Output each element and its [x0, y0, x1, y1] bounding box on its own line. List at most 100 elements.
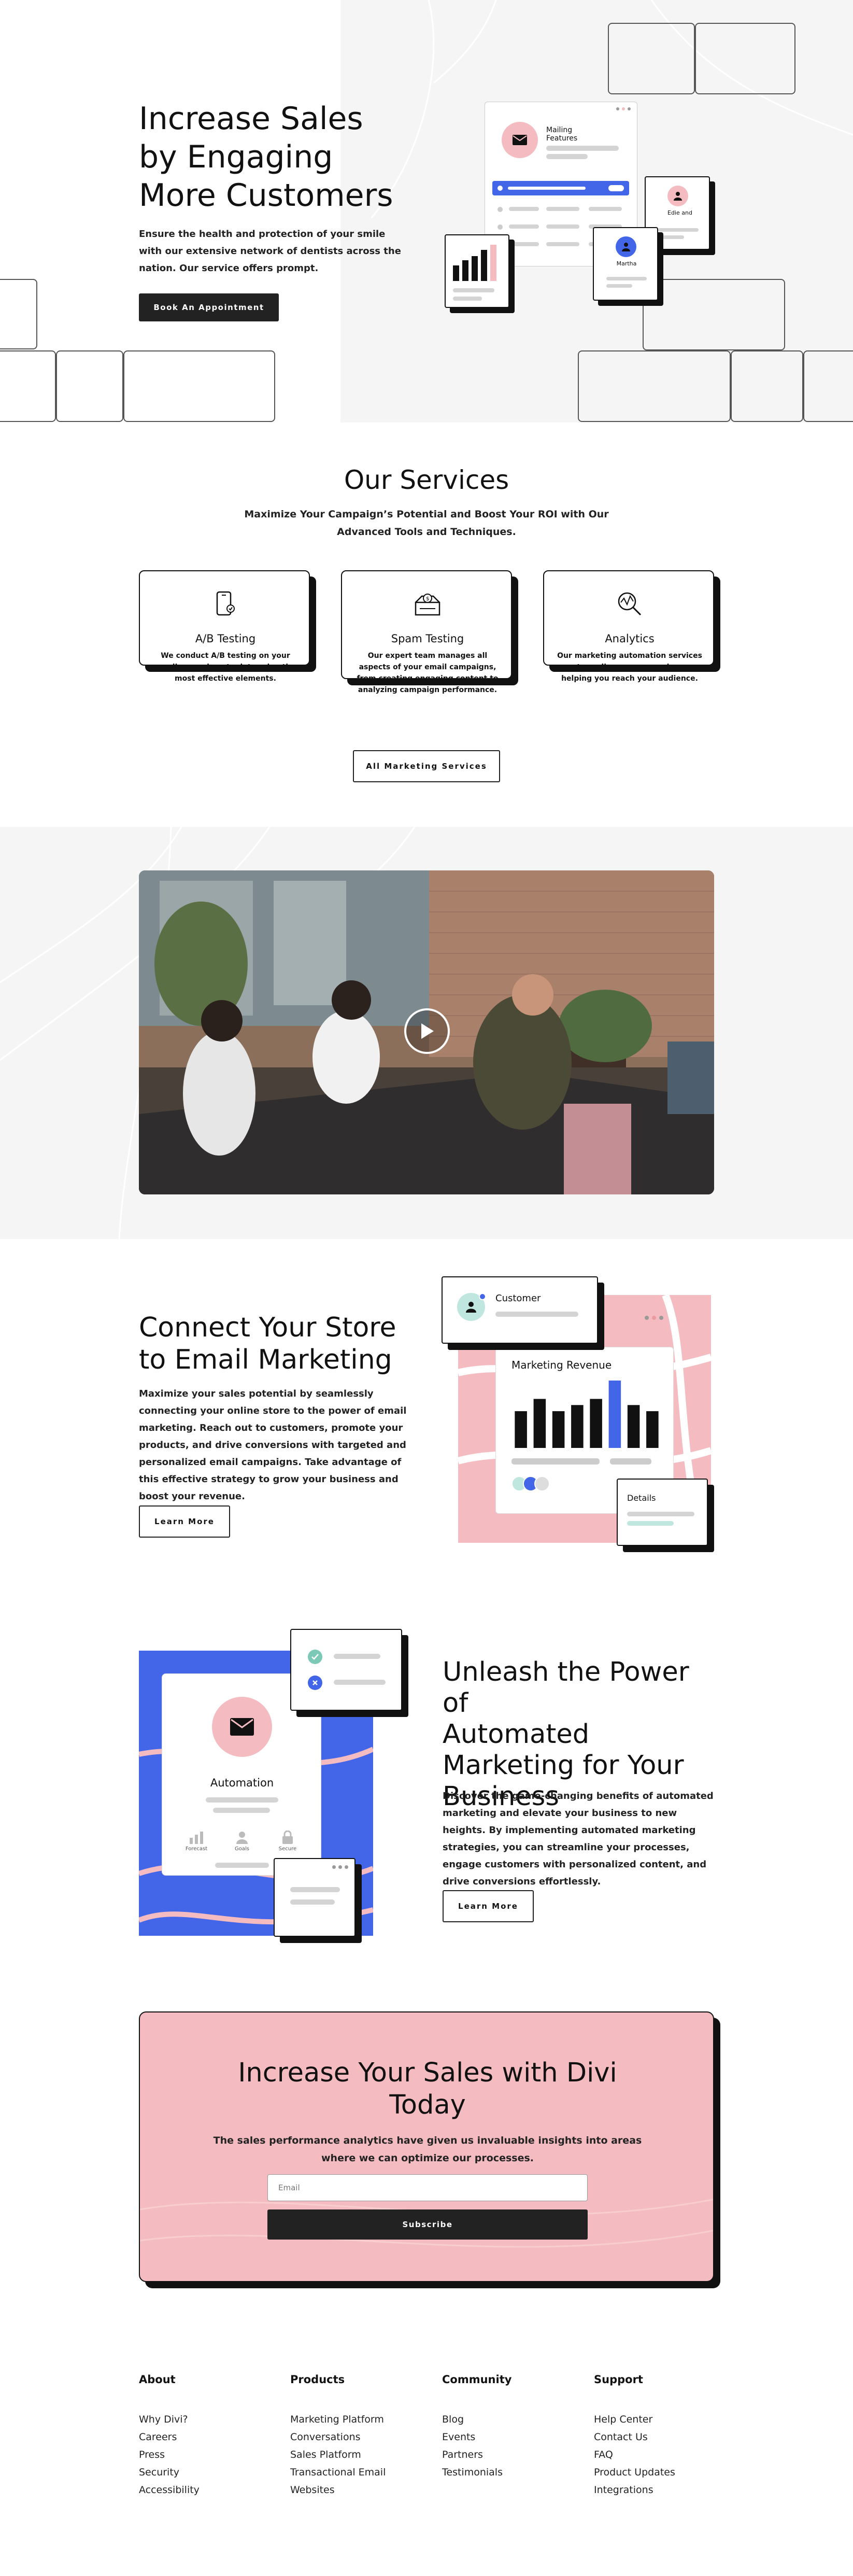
footer-link[interactable]: Partners [442, 2446, 577, 2464]
person-icon [622, 243, 630, 251]
window-dots [616, 107, 631, 110]
cta-section: Increase Your Sales with Divi Today The … [0, 1980, 853, 2359]
footer-link[interactable]: Sales Platform [290, 2446, 425, 2464]
bar-chart-icon [453, 245, 496, 281]
book-appointment-button[interactable]: Book An Appointment [139, 293, 279, 321]
check-icon [311, 1654, 319, 1660]
window-dots [645, 1316, 663, 1320]
footer-col-title: Support [594, 2373, 643, 2386]
service-card-text: Our marketing automation services stream… [557, 652, 702, 683]
revenue-label: Marketing Revenue [511, 1359, 612, 1371]
envelope-icon [230, 1718, 254, 1736]
footer-link[interactable]: Integrations [594, 2481, 729, 2499]
checklist-card [290, 1629, 402, 1711]
all-marketing-services-button[interactable]: All Marketing Services [353, 750, 500, 782]
play-icon [421, 1023, 434, 1039]
email-field[interactable] [267, 2174, 588, 2201]
stat-forecast: Forecast [181, 1831, 212, 1852]
video-section [0, 827, 853, 1239]
video-player[interactable] [139, 870, 714, 1194]
footer-col-support: Support Help Center Contact Us FAQ Produ… [594, 2373, 729, 2499]
footer-link[interactable]: Why Divi? [139, 2411, 274, 2428]
revenue-bar [515, 1411, 527, 1448]
decor-box [695, 23, 795, 94]
stat-goals: Goals [226, 1831, 258, 1852]
connect-body: Maximize your sales potential by seamles… [139, 1388, 407, 1502]
footer-link[interactable]: Careers [139, 2428, 274, 2446]
footer-col-about: About Why Divi? Careers Press Security A… [139, 2373, 274, 2499]
footer-link[interactable]: Contact Us [594, 2428, 729, 2446]
revenue-bar [627, 1405, 640, 1448]
details-label: Details [627, 1493, 656, 1503]
stat-label: Secure [278, 1846, 297, 1852]
footer-link[interactable]: Conversations [290, 2428, 425, 2446]
cta-title-line: Increase Your Sales with Divi [238, 2058, 617, 2088]
avatar [534, 1476, 550, 1491]
toggle-bar [492, 181, 629, 195]
stat-label: Goals [235, 1846, 249, 1852]
automation-title-line: Marketing for Your [443, 1750, 684, 1781]
footer-link[interactable]: Events [442, 2428, 577, 2446]
service-card-title: Spam Testing [391, 632, 464, 645]
stat-label: Forecast [185, 1846, 208, 1852]
contact-name: Martha [616, 260, 637, 267]
footer-col-products: Products Marketing Platform Conversation… [290, 2373, 425, 2499]
hero-section: Increase Sales by Engaging More Customer… [0, 0, 853, 423]
cta-pink-card: Increase Your Sales with Divi Today The … [139, 2011, 714, 2282]
automation-title-line: Unleash the Power of [443, 1657, 689, 1719]
phone-icon [216, 591, 235, 616]
cta-title: Increase Your Sales with Divi Today [140, 2057, 713, 2121]
footer-link[interactable]: Help Center [594, 2411, 729, 2428]
decor-box [0, 279, 37, 349]
revenue-bar [590, 1399, 602, 1448]
connect-learn-more-button[interactable]: Learn More [139, 1505, 230, 1538]
decor-box [123, 350, 275, 422]
hero-body: Ensure the health and protection of your… [139, 229, 401, 274]
revenue-bar [571, 1405, 584, 1448]
automation-title-line: Automated [443, 1719, 590, 1750]
service-card-text: We conduct A/B testing on your email cam… [155, 652, 296, 683]
stat-secure: Secure [272, 1830, 303, 1852]
service-card-ab-testing: A/B Testing We conduct A/B testing on yo… [139, 570, 310, 683]
cta-body: The sales performance analytics have giv… [213, 2135, 642, 2164]
details-card: Details [617, 1479, 708, 1546]
lock-icon [282, 1830, 293, 1844]
service-card-analytics: Analytics Our marketing automation servi… [543, 570, 714, 683]
analytics-search-icon [618, 592, 642, 616]
footer-link[interactable]: FAQ [594, 2446, 729, 2464]
service-card-title: Analytics [605, 632, 655, 645]
footer-link[interactable]: Security [139, 2464, 274, 2481]
mailing-label: Mailing Features [546, 126, 578, 143]
footer-link[interactable]: Testimonials [442, 2464, 577, 2481]
mini-chart-card [445, 234, 509, 308]
footer-col-title: About [139, 2373, 176, 2386]
connect-title: Connect Your Store to Email Marketing [139, 1312, 429, 1376]
subscribe-button[interactable]: Subscribe [267, 2209, 588, 2240]
hero-title-line: More Customers [139, 177, 393, 214]
footer-link[interactable]: Marketing Platform [290, 2411, 425, 2428]
decor-box [0, 350, 56, 422]
decor-box [803, 350, 853, 422]
person-icon [236, 1832, 248, 1844]
connect-section: Connect Your Store to Email Marketing Ma… [0, 1239, 853, 1581]
service-card-text: Our expert team manages all aspects of y… [357, 652, 499, 694]
footer-link[interactable]: Blog [442, 2411, 577, 2428]
footer-link[interactable]: Websites [290, 2481, 425, 2499]
person-icon [674, 192, 682, 201]
footer-link[interactable]: Accessibility [139, 2481, 274, 2499]
envelope-icon [513, 135, 527, 145]
play-button[interactable] [404, 1008, 450, 1054]
forecast-icon [190, 1832, 203, 1844]
automation-learn-more-button[interactable]: Learn More [443, 1890, 534, 1922]
revenue-bar-chart [515, 1381, 659, 1448]
footer-link[interactable]: Press [139, 2446, 274, 2464]
automation-card-label: Automation [210, 1777, 274, 1789]
services-section: Our Services Maximize Your Campaign’s Po… [0, 423, 853, 827]
footer-link[interactable]: Transactional Email [290, 2464, 425, 2481]
footer-link[interactable]: Product Updates [594, 2464, 729, 2481]
revenue-bar [608, 1381, 621, 1448]
revenue-bar [533, 1399, 546, 1448]
svg-text:$: $ [426, 596, 429, 602]
decor-box [578, 350, 731, 422]
connect-title-line: to Email Marketing [139, 1344, 392, 1375]
